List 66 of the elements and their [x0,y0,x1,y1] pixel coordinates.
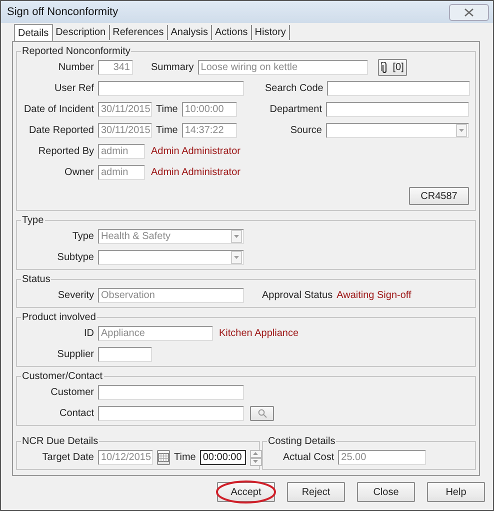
dialog-button[interactable]: Reject [287,482,345,502]
product-name: Kitchen Appliance [219,328,299,339]
field-label: Date of Incident [22,104,94,115]
field-label: Customer [50,387,94,398]
close-icon [464,8,474,16]
field-label: Contact [58,408,94,419]
field-label: Severity [56,290,94,301]
group-title: Status [21,274,52,285]
dropdown-field[interactable] [326,123,469,138]
tab[interactable]: Description [52,25,110,40]
tab[interactable]: Details [14,24,53,41]
status-value: Awaiting Sign-off [336,290,412,301]
tab[interactable]: Analysis [168,25,212,40]
input-field[interactable] [98,385,244,400]
attachments-button[interactable]: [0] [378,59,407,76]
group-title: NCR Due Details [21,436,100,447]
down-arrow-icon [253,460,258,463]
up-arrow-icon [253,452,258,455]
field-label: Date Reported [28,125,94,136]
paperclip-icon [380,62,388,74]
tab[interactable]: History [252,25,290,40]
input-field[interactable] [98,406,244,421]
group-title: Customer/Contact [21,371,104,382]
field-label: Subtype [56,252,94,263]
field-label: Actual Cost [283,452,334,463]
group-title: Reported Nonconformity [21,46,132,57]
field-label: Type [71,231,94,242]
user-name: Admin Administrator [151,146,240,157]
input-field[interactable] [326,102,469,117]
close-button[interactable] [449,4,489,20]
calendar-button[interactable] [157,450,170,465]
spin-up-button[interactable] [250,450,262,458]
group-title: Product involved [21,312,97,323]
input-field[interactable] [98,81,244,96]
field-label: ID [83,328,94,339]
user-name: Admin Administrator [151,167,240,178]
input-field[interactable] [327,81,470,96]
time-field[interactable]: 00:00:00 [200,450,246,465]
field-label: Time [174,452,196,463]
field-label: User Ref [54,83,94,94]
field-label: Department [268,104,322,115]
dialog-button[interactable]: Close [357,482,415,502]
search-icon [258,409,266,418]
tab[interactable]: Actions [212,25,252,40]
dialog-button[interactable]: Help [427,482,485,502]
field-label: Approval Status [262,290,333,301]
field-label: Number [57,62,94,73]
input-field[interactable] [98,347,152,362]
field-label: Target Date [41,452,94,463]
field-label: Time [156,125,178,136]
field-label: Source [289,125,322,136]
dropdown-field[interactable] [98,250,244,265]
group-title: Type [21,215,45,226]
field-label: Search Code [265,83,324,94]
field-label: Time [156,104,178,115]
window-title: Sign off Nonconformity [7,6,118,18]
field-label: Owner [64,167,94,178]
group-title: Costing Details [267,436,336,447]
field-label: Summary [151,62,194,73]
calendar-icon [158,453,169,462]
search-button[interactable] [250,406,274,421]
field-label: Reported By [37,146,94,157]
tab[interactable]: References [110,25,168,40]
caret-icon [231,230,242,243]
field-label: Supplier [56,349,94,360]
reference-button[interactable]: CR4587 [409,187,469,205]
